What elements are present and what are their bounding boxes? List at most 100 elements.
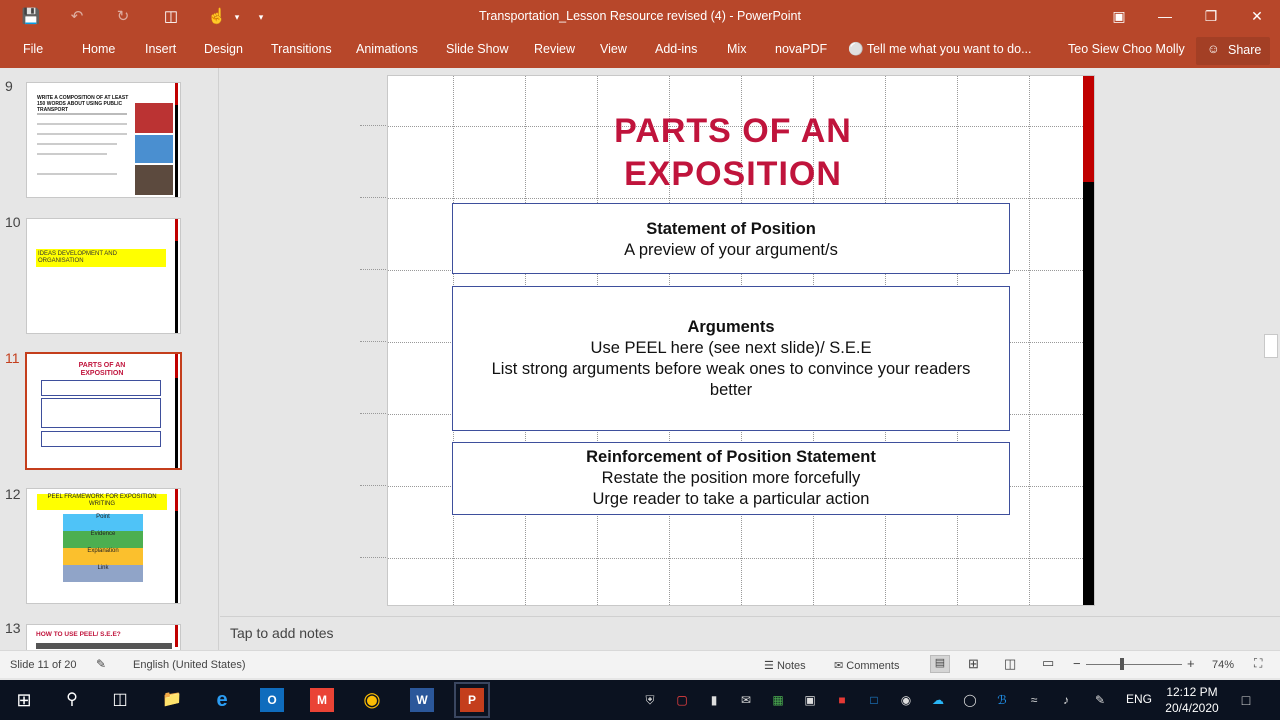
security-shield-icon[interactable]: ⛨ bbox=[642, 692, 658, 708]
box-text: better bbox=[709, 381, 753, 399]
gridline bbox=[388, 558, 1083, 559]
reinforcement-box[interactable]: Reinforcement of Position Statement Rest… bbox=[452, 442, 1010, 515]
zoom-out-icon[interactable]: − bbox=[1073, 656, 1081, 671]
outlook-tray-icon[interactable]: □ bbox=[866, 692, 882, 708]
comment-icon: ✉ bbox=[834, 660, 844, 672]
windows-start-icon[interactable]: ⊞ bbox=[12, 688, 36, 712]
internet-explorer-icon[interactable]: e bbox=[210, 688, 234, 712]
tray-app-icon[interactable]: ▢ bbox=[674, 692, 690, 708]
excel-tray-icon[interactable]: ▦ bbox=[770, 692, 786, 708]
slide-thumbnail-10[interactable]: IDEAS DEVELOPMENT AND ORGANISATION bbox=[26, 218, 181, 334]
gridline bbox=[1029, 76, 1030, 605]
title-bar: 💾 ↶ ↻ ◫ ☝ ▾ ▾ Transportation_Lesson Reso… bbox=[0, 0, 1280, 34]
bluetooth-icon[interactable]: ℬ bbox=[994, 692, 1010, 708]
box-text: Urge reader to take a particular action bbox=[592, 490, 870, 508]
restore-icon[interactable]: ❐ bbox=[1200, 6, 1222, 28]
title-line: EXPOSITION bbox=[624, 155, 842, 193]
slide-title[interactable]: PARTS OF AN EXPOSITION bbox=[538, 110, 928, 196]
minimize-icon[interactable]: — bbox=[1154, 6, 1176, 28]
tab-home[interactable]: Home bbox=[82, 42, 115, 56]
notes-icon: ☰ bbox=[764, 660, 774, 672]
chrome-icon[interactable]: ◉ bbox=[360, 688, 384, 712]
action-center-icon[interactable]: □ bbox=[1238, 692, 1254, 708]
input-language[interactable]: ENG bbox=[1126, 692, 1152, 706]
tab-review[interactable]: Review bbox=[534, 42, 575, 56]
share-button[interactable]: ☺ Share bbox=[1196, 37, 1270, 65]
wifi-icon[interactable]: ≈ bbox=[1026, 692, 1042, 708]
tab-transitions[interactable]: Transitions bbox=[271, 42, 332, 56]
box-heading: Reinforcement of Position Statement bbox=[586, 448, 876, 466]
current-slide[interactable]: PARTS OF AN EXPOSITION Statement of Posi… bbox=[387, 75, 1095, 606]
pdf-tray-icon[interactable]: ■ bbox=[834, 692, 850, 708]
zoom-level[interactable]: 74% bbox=[1212, 659, 1234, 671]
tab-insert[interactable]: Insert bbox=[145, 42, 176, 56]
tab-add-ins[interactable]: Add-ins bbox=[655, 42, 697, 56]
slide-thumbnail-11[interactable]: PARTS OF AN EXPOSITION bbox=[25, 352, 182, 470]
outlook-icon[interactable]: O bbox=[260, 688, 284, 712]
notes-pane[interactable]: Tap to add notes bbox=[220, 616, 1280, 650]
clock-time: 12:12 PM bbox=[1166, 685, 1218, 699]
zoom-slider-handle[interactable] bbox=[1120, 658, 1124, 670]
slide-number: 13 bbox=[5, 620, 21, 636]
thumb-title: PARTS OF AN EXPOSITION bbox=[78, 362, 126, 377]
tab-slide-show[interactable]: Slide Show bbox=[446, 42, 509, 56]
scrollbar-thumb[interactable] bbox=[1264, 334, 1278, 358]
share-label: Share bbox=[1228, 43, 1262, 57]
car-image bbox=[135, 135, 173, 163]
tell-me-search[interactable]: ⚪ Tell me what you want to do... bbox=[848, 42, 1032, 57]
zoom-in-icon[interactable]: + bbox=[1187, 656, 1195, 671]
gmail-icon[interactable]: M bbox=[310, 688, 334, 712]
tab-mix[interactable]: Mix bbox=[727, 42, 746, 56]
slide-thumbnail-13[interactable]: HOW TO USE PEEL/ S.E.E? bbox=[26, 624, 181, 650]
pen-icon[interactable]: ✎ bbox=[1092, 692, 1108, 708]
slide-counter: Slide 11 of 20 bbox=[10, 659, 77, 671]
tab-view[interactable]: View bbox=[600, 42, 627, 56]
word-icon[interactable]: W bbox=[410, 688, 434, 712]
ribbon-tabs: File Home Insert Design Transitions Anim… bbox=[0, 34, 1280, 68]
clock[interactable]: 12:12 PM 20/4/2020 bbox=[1158, 684, 1226, 716]
powerpoint-icon[interactable]: P bbox=[454, 682, 490, 718]
usb-tray-icon[interactable]: ◯ bbox=[962, 692, 978, 708]
search-icon[interactable]: ⚲ bbox=[60, 688, 84, 712]
task-view-icon[interactable]: ◫ bbox=[108, 688, 132, 712]
fit-to-window-icon[interactable]: ⛶ bbox=[1254, 656, 1262, 671]
zoom-slider[interactable] bbox=[1086, 664, 1182, 665]
person-icon: ☺ bbox=[1207, 42, 1220, 56]
cloud-tray-icon[interactable]: ☁ bbox=[930, 692, 946, 708]
arguments-box[interactable]: Arguments Use PEEL here (see next slide)… bbox=[452, 286, 1010, 431]
close-icon[interactable]: ✕ bbox=[1246, 6, 1268, 28]
slide-number: 9 bbox=[5, 78, 13, 94]
normal-view-icon[interactable]: ▤ bbox=[930, 655, 950, 673]
tab-novapdf[interactable]: novaPDF bbox=[775, 42, 827, 56]
gridline bbox=[388, 198, 1083, 199]
comments-button[interactable]: ✉ Comments bbox=[834, 659, 899, 672]
slide-sorter-icon[interactable]: ⊞ bbox=[968, 656, 979, 672]
statement-of-position-box[interactable]: Statement of Position A preview of your … bbox=[452, 203, 1010, 274]
slide-thumbnail-pane[interactable]: 9 WRITE A COMPOSITION OF AT LEAST 150 WO… bbox=[0, 68, 219, 650]
window-title: Transportation_Lesson Resource revised (… bbox=[479, 9, 801, 23]
mail-tray-icon[interactable]: ✉ bbox=[738, 692, 754, 708]
notes-placeholder: Tap to add notes bbox=[230, 625, 334, 641]
slide-show-icon[interactable]: ▭ bbox=[1042, 655, 1054, 671]
reading-view-icon[interactable]: ◫ bbox=[1004, 656, 1016, 672]
notes-button[interactable]: ☰ Notes bbox=[764, 659, 806, 672]
train-image bbox=[135, 165, 173, 195]
volume-icon[interactable]: ♪ bbox=[1058, 692, 1074, 708]
ribbon-display-options-icon[interactable]: ▣ bbox=[1108, 6, 1130, 28]
battery-icon[interactable]: ▮ bbox=[706, 692, 722, 708]
slide-thumbnail-12[interactable]: PEEL FRAMEWORK FOR EXPOSITION WRITING Po… bbox=[26, 488, 181, 604]
status-bar: Slide 11 of 20 ✎ English (United States)… bbox=[0, 650, 1280, 678]
globe-tray-icon[interactable]: ◉ bbox=[898, 692, 914, 708]
tab-file[interactable]: File bbox=[23, 42, 43, 56]
slide-thumbnail-9[interactable]: WRITE A COMPOSITION OF AT LEAST 150 WORD… bbox=[26, 82, 181, 198]
teams-tray-icon[interactable]: ▣ bbox=[802, 692, 818, 708]
box-text: A preview of your argument/s bbox=[624, 241, 838, 259]
tab-design[interactable]: Design bbox=[204, 42, 243, 56]
slide-number: 11 bbox=[5, 350, 20, 366]
file-explorer-icon[interactable]: 📁 bbox=[160, 688, 184, 712]
user-account[interactable]: Teo Siew Choo Molly bbox=[1068, 42, 1185, 56]
lightbulb-icon: ⚪ bbox=[848, 42, 864, 56]
spelling-icon[interactable]: ✎ bbox=[96, 657, 106, 671]
language-indicator[interactable]: English (United States) bbox=[133, 659, 246, 671]
tab-animations[interactable]: Animations bbox=[356, 42, 418, 56]
